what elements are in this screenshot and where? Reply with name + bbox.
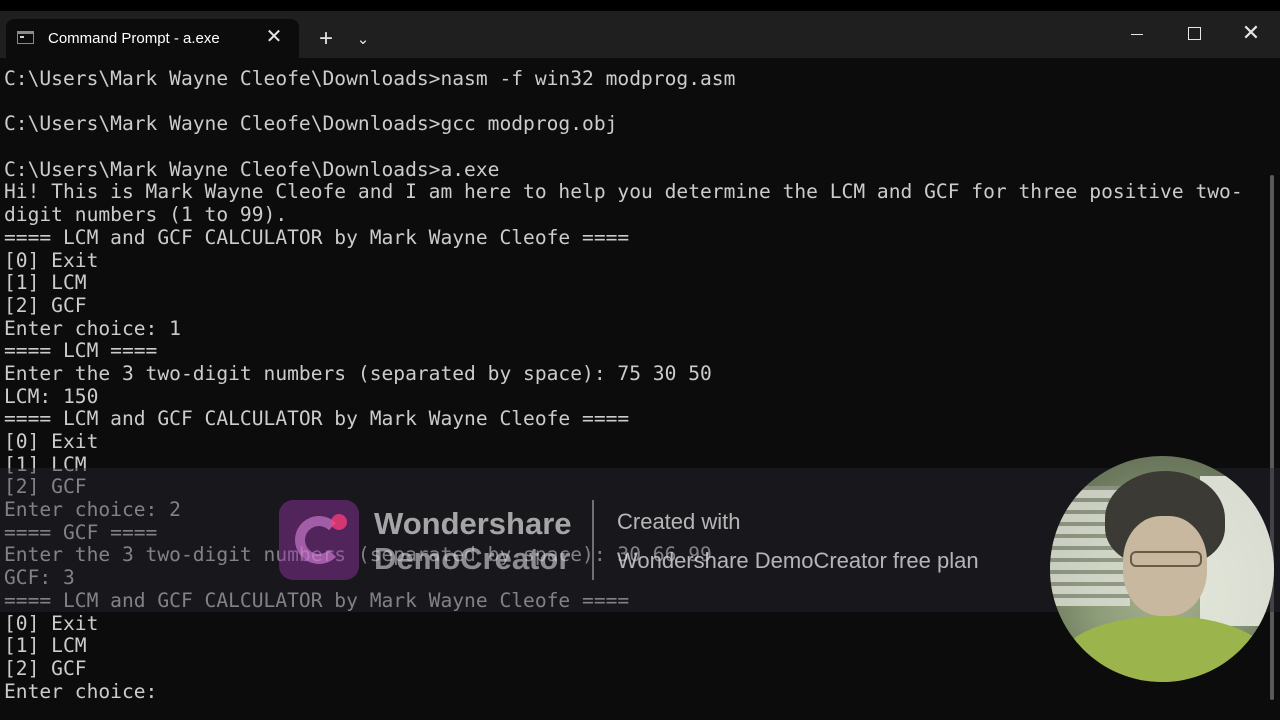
terminal-line: digit numbers (1 to 99). — [4, 203, 288, 227]
terminal-line: [0] Exit — [4, 611, 99, 635]
terminal-line: [2] GCF — [4, 656, 87, 680]
democreator-logo-icon — [279, 500, 359, 580]
terminal-line: [0] Exit — [4, 248, 99, 272]
new-tab-button[interactable]: + — [313, 27, 339, 53]
terminal-line: C:\Users\Mark Wayne Cleofe\Downloads>a.e… — [4, 157, 500, 181]
tab-close-button[interactable]: ✕ — [262, 25, 286, 49]
terminal-line: C:\Users\Mark Wayne Cleofe\Downloads>gcc… — [4, 112, 618, 136]
webcam-overlay — [1050, 456, 1274, 682]
terminal-line: C:\Users\Mark Wayne Cleofe\Downloads>nas… — [4, 67, 736, 90]
tab-dropdown-button[interactable]: ⌄ — [352, 27, 374, 53]
minimize-icon — [1131, 33, 1143, 35]
terminal-line: Hi! This is Mark Wayne Cleofe and I am h… — [4, 180, 1243, 204]
tab-command-prompt[interactable]: Command Prompt - a.exe ✕ — [6, 19, 299, 58]
top-edge — [0, 0, 1280, 11]
terminal-line: Enter choice: — [4, 679, 170, 703]
watermark-brand-line2: DemoCreator — [374, 541, 571, 576]
terminal-line: [1] LCM — [4, 634, 87, 658]
watermark-plan: Wondershare DemoCreator free plan — [617, 548, 979, 573]
maximize-button[interactable] — [1171, 20, 1217, 46]
watermark-created-with: Created with — [617, 509, 741, 534]
terminal-line: [1] LCM — [4, 271, 87, 295]
watermark-divider — [592, 500, 594, 580]
close-button[interactable]: ✕ — [1228, 20, 1274, 46]
terminal-icon — [17, 31, 34, 44]
terminal-line: ==== LCM and GCF CALCULATOR by Mark Wayn… — [4, 225, 630, 249]
terminal-line: Enter the 3 two-digit numbers (separated… — [4, 361, 712, 385]
tab-title: Command Prompt - a.exe — [48, 30, 220, 47]
terminal-line: ==== LCM ==== — [4, 339, 158, 363]
terminal-line: ==== LCM and GCF CALCULATOR by Mark Wayn… — [4, 407, 630, 431]
terminal-line: [0] Exit — [4, 430, 99, 453]
maximize-icon — [1187, 27, 1201, 40]
terminal-line: LCM: 150 — [4, 384, 99, 408]
minimize-button[interactable] — [1114, 20, 1160, 46]
terminal-line: [2] GCF — [4, 293, 87, 317]
terminal-line: Enter choice: 1 — [4, 316, 181, 340]
watermark-brand-line1: Wondershare — [374, 506, 572, 541]
title-bar: Command Prompt - a.exe ✕ + ⌄ ✕ — [0, 11, 1280, 58]
